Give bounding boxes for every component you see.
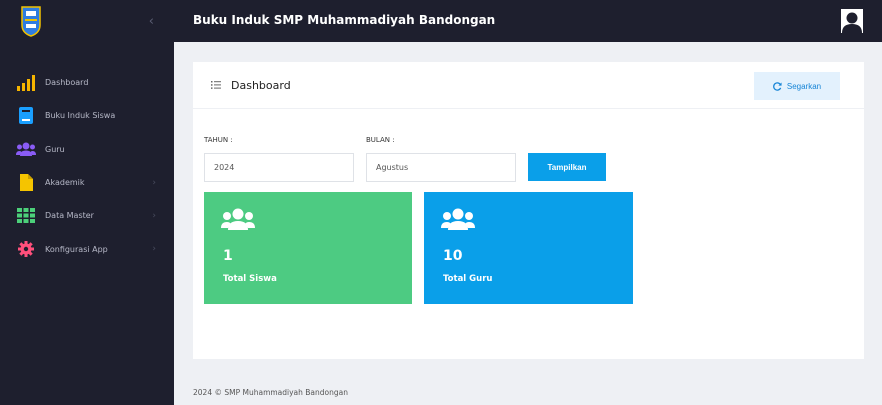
book-icon — [16, 107, 36, 125]
total-guru-value: 10 — [443, 248, 463, 264]
footer: 2024 © SMP Muhammadiyah Bandongan — [193, 388, 348, 397]
sidebar-item-data-master[interactable]: Data Master › — [0, 199, 174, 232]
sidebar-item-label: Konfigurasi App — [45, 244, 108, 254]
refresh-button[interactable]: Segarkan — [754, 72, 840, 100]
page-title: Dashboard — [231, 79, 291, 92]
sidebar-item-label: Akademik — [45, 178, 85, 188]
sidebar-item-label: Dashboard — [45, 78, 89, 88]
stat-card-total-guru: 10 Total Guru — [424, 192, 633, 304]
list-icon — [211, 81, 221, 89]
sidebar-header: ‹ — [0, 0, 174, 42]
school-logo — [21, 6, 41, 37]
refresh-label: Segarkan — [786, 81, 822, 91]
refresh-icon — [773, 81, 782, 91]
chevron-right-icon: › — [152, 177, 156, 188]
app-title: Buku Induk SMP Muhammadiyah Bandongan — [193, 13, 496, 27]
total-guru-caption: Total Guru — [443, 274, 493, 284]
sidebar-item-label: Data Master — [45, 211, 94, 221]
card-header: Dashboard Segarkan — [193, 62, 864, 109]
month-label: BULAN : — [366, 136, 395, 144]
avatar[interactable] — [841, 9, 863, 33]
file-icon — [16, 174, 36, 192]
sidebar-item-label: Guru — [45, 144, 65, 154]
users-icon — [16, 140, 36, 158]
users-icon — [221, 208, 255, 230]
year-label: TAHUN : — [204, 136, 233, 144]
sidebar-menu: Dashboard Buku Induk Siswa Guru Akademik… — [0, 66, 174, 266]
sidebar-item-dashboard[interactable]: Dashboard — [0, 66, 174, 99]
total-siswa-caption: Total Siswa — [223, 274, 277, 284]
user-icon — [842, 12, 862, 33]
gear-icon — [16, 240, 36, 258]
month-select[interactable]: Agustus — [366, 153, 516, 182]
year-field[interactable]: 2024 — [204, 153, 354, 182]
users-icon — [441, 208, 475, 230]
sidebar-item-akademik[interactable]: Akademik › — [0, 166, 174, 199]
sidebar-item-buku-induk-siswa[interactable]: Buku Induk Siswa — [0, 99, 174, 132]
dashboard-card: Dashboard Segarkan TAHUN : 2024 BULAN : … — [193, 62, 864, 359]
chevron-right-icon: › — [152, 210, 156, 221]
total-siswa-value: 1 — [223, 248, 233, 264]
signal-bars-icon — [16, 74, 36, 92]
chevron-right-icon: › — [152, 244, 156, 255]
sidebar-item-konfigurasi-app[interactable]: Konfigurasi App › — [0, 232, 174, 265]
grid-icon — [16, 207, 36, 225]
sidebar-item-label: Buku Induk Siswa — [45, 111, 116, 121]
top-bar: Buku Induk SMP Muhammadiyah Bandongan — [174, 0, 882, 42]
sidebar-collapse-button[interactable]: ‹ — [149, 14, 154, 29]
sidebar-item-guru[interactable]: Guru — [0, 133, 174, 166]
sidebar: ‹ Dashboard Buku Induk Siswa Guru Akadem… — [0, 0, 174, 405]
stat-card-total-siswa: 1 Total Siswa — [204, 192, 412, 304]
show-button[interactable]: Tampilkan — [528, 153, 606, 181]
